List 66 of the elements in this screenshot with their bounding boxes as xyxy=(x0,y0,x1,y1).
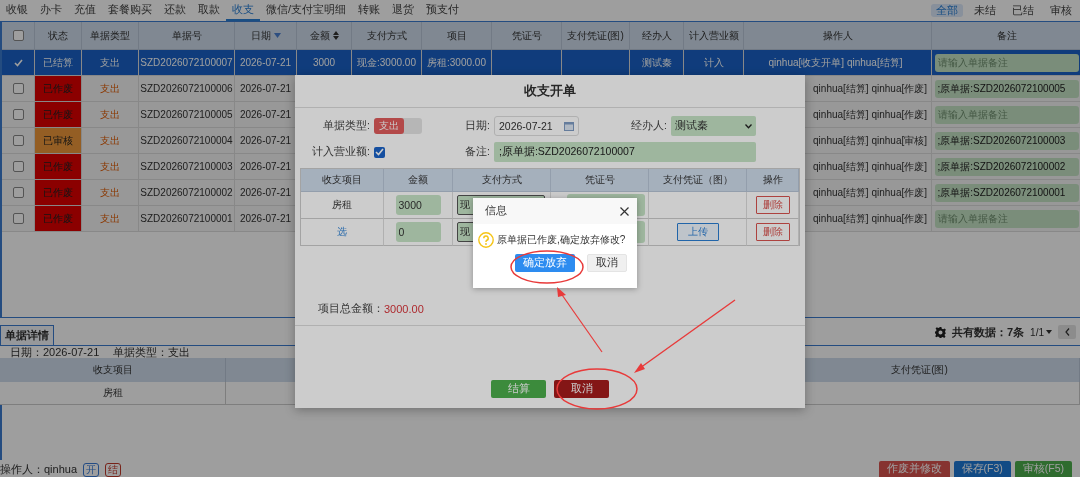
table-cell: 现金:3000.00 xyxy=(357,55,416,70)
dialog-title: 收支开单 xyxy=(295,75,805,108)
field-label: 日期: xyxy=(465,119,490,133)
status-cell: 已审核 xyxy=(35,128,82,154)
table-cell: SZD2026072100003 xyxy=(140,161,233,172)
column-header: 收支项目 xyxy=(92,363,133,377)
column-header: 支付凭证（图） xyxy=(662,173,733,187)
status-cell: 已作废 xyxy=(35,76,82,102)
column-header: 支付凭证(图) xyxy=(891,363,948,377)
total-amount: 3000.00 xyxy=(384,303,424,315)
table-cell: 2026-07-21 xyxy=(239,187,292,198)
table-cell: 计入 xyxy=(703,55,724,70)
table-cell: 2026-07-21 xyxy=(239,57,292,68)
table-cell: 支出 xyxy=(100,185,120,200)
column-header: 操作 xyxy=(762,173,783,187)
field-label: 经办人: xyxy=(631,119,667,133)
table-cell: 支出 xyxy=(100,159,120,174)
table-cell: qinhua[结算] qinhua[作废] xyxy=(813,107,927,122)
table-cell: SZD2026072100004 xyxy=(140,135,233,146)
table-cell: SZD2026072100005 xyxy=(140,109,233,120)
status-badge: 结 xyxy=(105,462,122,477)
table-cell: SZD2026072100007 xyxy=(140,57,233,68)
table-cell: 2026-07-21 xyxy=(239,213,292,224)
table-cell: SZD2026072100006 xyxy=(140,83,233,94)
status-badge: 开 xyxy=(83,462,100,477)
field-label: 单据类型: xyxy=(323,119,370,133)
table-cell: SZD2026072100001 xyxy=(140,213,233,224)
column-header: 金额 xyxy=(408,173,428,187)
table-cell: 2026-07-21 xyxy=(239,135,292,146)
table-cell: SZD2026072100002 xyxy=(140,187,233,198)
table-cell: 2026-07-21 xyxy=(239,83,292,94)
table-cell: 支出 xyxy=(100,107,120,122)
table-cell: 测试秦 xyxy=(641,55,672,70)
table-cell: 房租 xyxy=(102,386,123,400)
detail-type: 单据类型：支出 xyxy=(113,344,191,360)
detail-date: 日期：2026-07-21 xyxy=(10,344,100,360)
field-label: 计入营业额: xyxy=(312,145,370,159)
dialog-message: 原单据已作废,确定放弃修改? xyxy=(497,233,626,247)
table-cell: 支出 xyxy=(100,81,120,96)
status-cell: 已作废 xyxy=(35,154,82,180)
dialog-title: 信息 xyxy=(485,204,507,218)
table-cell: qinhua[结算] qinhua[作废] xyxy=(813,211,927,226)
status-cell: 已作废 xyxy=(35,180,82,206)
table-cell: 2026-07-21 xyxy=(239,161,292,172)
record-count: 共有数据：7条 xyxy=(951,324,1025,340)
table-cell: 已结算 xyxy=(43,55,73,70)
table-cell: 房租:3000.00 xyxy=(427,55,486,70)
column-header: 收支项目 xyxy=(322,173,362,187)
total-label: 项目总金额： xyxy=(318,302,384,316)
table-cell: 支出 xyxy=(100,55,120,70)
table-cell: 房租 xyxy=(332,198,352,212)
table-cell: 2026-07-21 xyxy=(239,109,292,120)
table-cell: qinhua[结算] qinhua[作废] xyxy=(813,185,927,200)
table-cell: qinhua[结算] qinhua[作废] xyxy=(813,159,927,174)
table-cell: qinhua[收支开单] qinhua[结算] xyxy=(768,55,903,70)
table-cell: 支出 xyxy=(100,211,120,226)
field-label: 备注: xyxy=(465,145,490,159)
table-cell: 3000 xyxy=(312,57,336,68)
table-cell: qinhua[结算] qinhua[审核] xyxy=(813,133,927,148)
status-cell: 已作废 xyxy=(35,102,82,128)
table-cell: qinhua[结算] qinhua[作废] xyxy=(813,81,927,96)
column-header: 支付方式 xyxy=(481,173,522,187)
status-cell: 已作废 xyxy=(35,206,82,232)
column-header: 凭证号 xyxy=(584,173,615,187)
operator-label: 操作人：qinhua xyxy=(0,462,78,477)
table-cell: 支出 xyxy=(100,133,120,148)
